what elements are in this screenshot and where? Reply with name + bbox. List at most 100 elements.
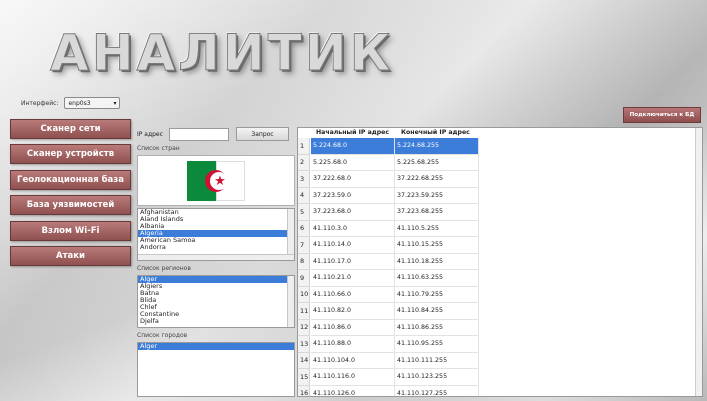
flag-panel bbox=[137, 155, 295, 206]
ip-range-table[interactable]: Начальный IP адрес Конечный IP адрес 1 5.… bbox=[297, 127, 703, 397]
start-ip-cell[interactable]: 41.110.126.0 bbox=[311, 385, 395, 396]
cities-list[interactable]: Alger bbox=[137, 342, 295, 397]
region-item[interactable]: Constantine bbox=[138, 311, 294, 318]
start-ip-cell[interactable]: 37.222.68.0 bbox=[311, 171, 395, 188]
row-index: 14 bbox=[298, 352, 310, 369]
start-ip-cell[interactable]: 41.110.66.0 bbox=[311, 286, 395, 303]
end-ip-cell[interactable]: 41.110.18.255 bbox=[395, 253, 479, 270]
app-logo: АНАЛИТИК bbox=[49, 24, 394, 83]
row-index: 1 bbox=[298, 138, 310, 155]
ip-label: IP адрес bbox=[137, 130, 163, 138]
country-item[interactable]: Andorra bbox=[138, 244, 294, 251]
end-ip-cell[interactable]: 41.110.123.255 bbox=[395, 369, 479, 386]
start-ip-cell[interactable]: 41.110.82.0 bbox=[311, 303, 395, 320]
menu-attacks-button[interactable]: Атаки bbox=[10, 245, 131, 266]
start-ip-cell[interactable]: 5.224.68.0 bbox=[311, 138, 395, 155]
region-item[interactable]: Batna bbox=[138, 290, 294, 297]
countries-hscrollbar[interactable] bbox=[138, 254, 294, 260]
row-index: 2 bbox=[298, 154, 310, 171]
table-row[interactable]: 15 41.110.116.0 41.110.123.255 bbox=[298, 369, 702, 386]
table-row[interactable]: 13 41.110.88.0 41.110.95.255 bbox=[298, 336, 702, 353]
start-ip-cell[interactable]: 41.110.21.0 bbox=[311, 270, 395, 287]
interface-dropdown[interactable]: enp0s3 ▾ bbox=[64, 97, 121, 109]
sidebar-menu: Сканер сети Сканер устройств Геолокацион… bbox=[10, 119, 131, 271]
end-ip-cell[interactable]: 41.110.63.255 bbox=[395, 270, 479, 287]
chevron-down-icon: ▾ bbox=[113, 99, 117, 107]
start-ip-cell[interactable]: 5.225.68.0 bbox=[311, 154, 395, 171]
end-ip-cell[interactable]: 41.110.84.255 bbox=[395, 303, 479, 320]
start-ip-cell[interactable]: 41.110.86.0 bbox=[311, 319, 395, 336]
table-row[interactable]: 10 41.110.66.0 41.110.79.255 bbox=[298, 286, 702, 303]
region-item[interactable]: Djelfa bbox=[138, 318, 294, 325]
countries-list[interactable]: Afghanistan Aland Islands Albania Algeri… bbox=[137, 208, 295, 261]
ip-input[interactable] bbox=[169, 127, 229, 141]
countries-label: Список стран bbox=[137, 145, 180, 152]
cities-label: Список городов bbox=[137, 332, 188, 339]
end-ip-cell[interactable]: 41.110.127.255 bbox=[395, 385, 479, 396]
interface-selector: Интерфейс: enp0s3 ▾ bbox=[21, 97, 121, 109]
menu-vulnerability-db-button[interactable]: База уязвимостей bbox=[10, 195, 131, 216]
table-row[interactable]: 8 41.110.17.0 41.110.18.255 bbox=[298, 253, 702, 270]
start-ip-cell[interactable]: 41.110.14.0 bbox=[311, 237, 395, 254]
regions-scrollbar[interactable] bbox=[287, 276, 294, 327]
end-ip-cell[interactable]: 41.110.111.255 bbox=[395, 352, 479, 369]
region-item[interactable]: Blida bbox=[138, 297, 294, 304]
countries-scrollbar[interactable] bbox=[287, 209, 294, 260]
table-row[interactable]: 7 41.110.14.0 41.110.15.255 bbox=[298, 237, 702, 254]
column-header-end-ip[interactable]: Конечный IP адрес bbox=[401, 129, 470, 136]
row-index: 15 bbox=[298, 369, 310, 386]
table-header: Начальный IP адрес Конечный IP адрес bbox=[298, 128, 702, 138]
start-ip-cell[interactable]: 37.223.68.0 bbox=[311, 204, 395, 221]
end-ip-cell[interactable]: 41.110.15.255 bbox=[395, 237, 479, 254]
start-ip-cell[interactable]: 41.110.17.0 bbox=[311, 253, 395, 270]
query-button[interactable]: Запрос bbox=[236, 127, 289, 141]
end-ip-cell[interactable]: 5.225.68.255 bbox=[395, 154, 479, 171]
interface-value: enp0s3 bbox=[68, 99, 91, 107]
row-index: 8 bbox=[298, 253, 310, 270]
region-item[interactable]: Algiers bbox=[138, 283, 294, 290]
table-row[interactable]: 14 41.110.104.0 41.110.111.255 bbox=[298, 352, 702, 369]
end-ip-cell[interactable]: 41.110.95.255 bbox=[395, 336, 479, 353]
end-ip-cell[interactable]: 5.224.68.255 bbox=[395, 138, 479, 155]
table-row[interactable]: 6 41.110.3.0 41.110.5.255 bbox=[298, 220, 702, 237]
menu-device-scanner-button[interactable]: Сканер устройств bbox=[10, 144, 131, 165]
table-scrollbar[interactable] bbox=[695, 128, 702, 396]
table-row[interactable]: 4 37.223.59.0 37.223.59.255 bbox=[298, 187, 702, 204]
menu-wifi-crack-button[interactable]: Взлом Wi-Fi bbox=[10, 220, 131, 241]
end-ip-cell[interactable]: 37.223.59.255 bbox=[395, 187, 479, 204]
algeria-flag-icon bbox=[187, 161, 245, 201]
table-row[interactable]: 12 41.110.86.0 41.110.86.255 bbox=[298, 319, 702, 336]
column-header-start-ip[interactable]: Начальный IP адрес bbox=[316, 129, 389, 136]
table-row[interactable]: 9 41.110.21.0 41.110.63.255 bbox=[298, 270, 702, 287]
table-row[interactable]: 2 5.225.68.0 5.225.68.255 bbox=[298, 154, 702, 171]
table-row[interactable]: 3 37.222.68.0 37.222.68.255 bbox=[298, 171, 702, 188]
row-index: 7 bbox=[298, 237, 310, 254]
table-row[interactable]: 16 41.110.126.0 41.110.127.255 bbox=[298, 385, 702, 396]
start-ip-cell[interactable]: 41.110.104.0 bbox=[311, 352, 395, 369]
table-row[interactable]: 5 37.223.68.0 37.223.68.255 bbox=[298, 204, 702, 221]
start-ip-cell[interactable]: 41.110.88.0 bbox=[311, 336, 395, 353]
connect-db-button[interactable]: Подключиться к БД bbox=[623, 107, 701, 123]
row-index: 4 bbox=[298, 187, 310, 204]
interface-label: Интерфейс: bbox=[21, 99, 59, 107]
start-ip-cell[interactable]: 41.110.116.0 bbox=[311, 369, 395, 386]
end-ip-cell[interactable]: 37.223.68.255 bbox=[395, 204, 479, 221]
end-ip-cell[interactable]: 41.110.79.255 bbox=[395, 286, 479, 303]
row-index: 9 bbox=[298, 270, 310, 287]
ip-search-row: IP адрес Запрос bbox=[137, 127, 289, 141]
table-row[interactable]: 11 41.110.82.0 41.110.84.255 bbox=[298, 303, 702, 320]
end-ip-cell[interactable]: 37.222.68.255 bbox=[395, 171, 479, 188]
end-ip-cell[interactable]: 41.110.5.255 bbox=[395, 220, 479, 237]
row-index: 3 bbox=[298, 171, 310, 188]
regions-list[interactable]: Alger Algiers Batna Blida Chlef Constant… bbox=[137, 275, 295, 328]
menu-geolocation-db-button[interactable]: Геолокационная база bbox=[10, 169, 131, 190]
menu-network-scanner-button[interactable]: Сканер сети bbox=[10, 119, 131, 139]
row-index: 12 bbox=[298, 319, 310, 336]
row-index: 11 bbox=[298, 303, 310, 320]
end-ip-cell[interactable]: 41.110.86.255 bbox=[395, 319, 479, 336]
regions-label: Список регионов bbox=[137, 265, 191, 272]
city-item-selected[interactable]: Alger bbox=[138, 343, 294, 350]
table-row[interactable]: 1 5.224.68.0 5.224.68.255 bbox=[298, 138, 702, 155]
start-ip-cell[interactable]: 37.223.59.0 bbox=[311, 187, 395, 204]
start-ip-cell[interactable]: 41.110.3.0 bbox=[311, 220, 395, 237]
